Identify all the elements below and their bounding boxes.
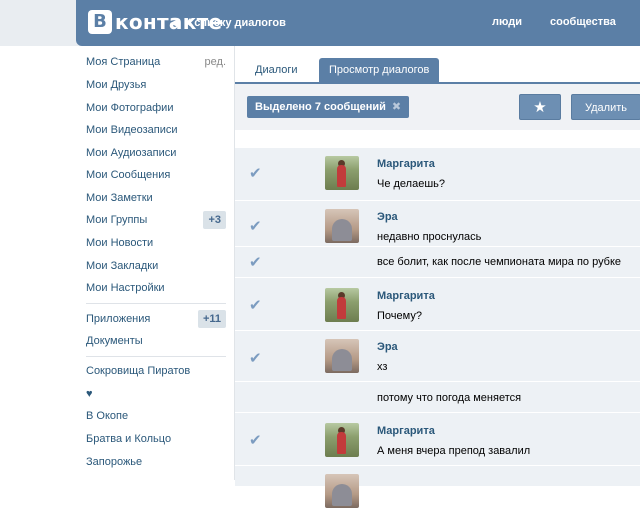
star-icon: ★ xyxy=(533,99,547,116)
sidebar: Моя Страница ред. Мои Друзья Мои Фотогра… xyxy=(76,46,234,480)
sidebar-item-label: Моя Страница xyxy=(86,56,161,68)
sidebar-item-news[interactable]: Мои Новости xyxy=(86,233,226,253)
logo-letter-box: В xyxy=(88,10,112,34)
message-row[interactable]: ✔ Маргарита А меня вчера препод завалил xyxy=(235,413,640,466)
star-button[interactable]: ★ xyxy=(519,94,561,120)
chevron-left-icon: ◀ xyxy=(170,17,179,29)
edit-link[interactable]: ред. xyxy=(205,52,226,72)
message-author[interactable]: Эра xyxy=(377,341,398,353)
sidebar-item-videos[interactable]: Мои Видеозаписи xyxy=(86,120,226,140)
sidebar-item-photos[interactable]: Мои Фотографии xyxy=(86,98,226,118)
message-row[interactable]: ✔ Эра недавно проснулась xyxy=(235,201,640,247)
message-author[interactable]: Эра xyxy=(377,211,398,223)
checkmark-icon[interactable]: ✔ xyxy=(249,253,262,271)
sidebar-item-messages[interactable]: Мои Сообщения xyxy=(86,165,226,185)
message-author[interactable]: Маргарита xyxy=(377,290,435,302)
sidebar-divider xyxy=(86,303,226,304)
sidebar-game-trench[interactable]: В Окопе xyxy=(86,406,226,426)
toolbar-gap xyxy=(235,130,640,148)
main-content: Диалоги Просмотр диалогов Выделено 7 соо… xyxy=(234,46,640,508)
checkmark-icon[interactable]: ✔ xyxy=(249,349,262,367)
avatar[interactable] xyxy=(325,423,359,457)
groups-count-badge: +3 xyxy=(203,211,226,229)
back-link-label: К списку диалогов xyxy=(184,17,286,29)
back-to-dialogs-link[interactable]: ◀ К списку диалогов xyxy=(170,16,286,29)
sidebar-divider xyxy=(86,356,226,357)
message-text: Почему? xyxy=(377,310,422,322)
message-text: Че делаешь? xyxy=(377,178,446,190)
sidebar-item-audio[interactable]: Мои Аудиозаписи xyxy=(86,143,226,163)
message-author[interactable]: Маргарита xyxy=(377,425,435,437)
avatar[interactable] xyxy=(325,474,359,508)
checkmark-icon[interactable]: ✔ xyxy=(249,296,262,314)
checkmark-icon[interactable]: ✔ xyxy=(249,164,262,182)
sidebar-item-documents[interactable]: Документы xyxy=(86,331,226,351)
avatar[interactable] xyxy=(325,156,359,190)
avatar[interactable] xyxy=(325,209,359,243)
message-text: все болит, как после чемпионата мира по … xyxy=(377,256,622,268)
sidebar-item-label: Мои Группы xyxy=(86,214,148,226)
delete-button[interactable]: Удалить xyxy=(571,94,640,120)
checkmark-icon[interactable]: ✔ xyxy=(249,217,262,235)
selection-toolbar: Выделено 7 сообщений ✖ ★ Удалить xyxy=(235,84,640,130)
tab-dialogs[interactable]: Диалоги xyxy=(245,58,308,82)
message-row[interactable] xyxy=(235,466,640,508)
message-text: хз xyxy=(377,361,388,373)
sidebar-game-heart[interactable]: ♥ xyxy=(86,384,226,404)
avatar[interactable] xyxy=(325,288,359,322)
sidebar-item-label: Приложения xyxy=(86,313,151,325)
message-author[interactable]: Маргарита xyxy=(377,158,435,170)
sidebar-game-brotherhood[interactable]: Братва и Кольцо xyxy=(86,429,226,449)
sidebar-item-bookmarks[interactable]: Мои Закладки xyxy=(86,256,226,276)
sidebar-item-notes[interactable]: Мои Заметки xyxy=(86,188,226,208)
message-row[interactable]: ✔ Маргарита Че делаешь? xyxy=(235,148,640,201)
message-text: потому что погода меняется xyxy=(377,392,522,404)
message-text: А меня вчера препод завалил xyxy=(377,445,531,457)
selected-count-badge: Выделено 7 сообщений ✖ xyxy=(247,96,410,118)
sidebar-item-friends[interactable]: Мои Друзья xyxy=(86,75,226,95)
sidebar-item-apps[interactable]: Приложения +11 xyxy=(86,309,226,329)
sidebar-item-my-page[interactable]: Моя Страница ред. xyxy=(86,52,226,72)
selected-count-label: Выделено 7 сообщений xyxy=(255,101,386,113)
message-row[interactable]: ✔ все болит, как после чемпионата мира п… xyxy=(235,247,640,278)
close-icon[interactable]: ✖ xyxy=(392,101,401,113)
message-text: недавно проснулась xyxy=(377,231,482,243)
nav-communities-link[interactable]: сообщества xyxy=(550,16,616,28)
sidebar-game-zaporozhye[interactable]: Запорожье xyxy=(86,452,226,472)
header: В контакте ◀ К списку диалогов люди сообщ… xyxy=(0,0,640,46)
message-row[interactable]: ✔ Маргарита Почему? xyxy=(235,278,640,331)
avatar[interactable] xyxy=(325,339,359,373)
tab-view-dialogs[interactable]: Просмотр диалогов xyxy=(319,58,440,82)
message-row[interactable]: ✔ Эра хз xyxy=(235,331,640,382)
sidebar-item-groups[interactable]: Мои Группы +3 xyxy=(86,210,226,230)
sidebar-game-pirates[interactable]: Сокровища Пиратов xyxy=(86,361,226,381)
tab-bar: Диалоги Просмотр диалогов xyxy=(235,58,640,84)
apps-count-badge: +11 xyxy=(197,310,226,328)
checkmark-icon[interactable]: ✔ xyxy=(249,431,262,449)
message-row[interactable]: потому что погода меняется xyxy=(235,382,640,413)
nav-people-link[interactable]: люди xyxy=(492,16,522,28)
sidebar-item-settings[interactable]: Мои Настройки xyxy=(86,278,226,298)
